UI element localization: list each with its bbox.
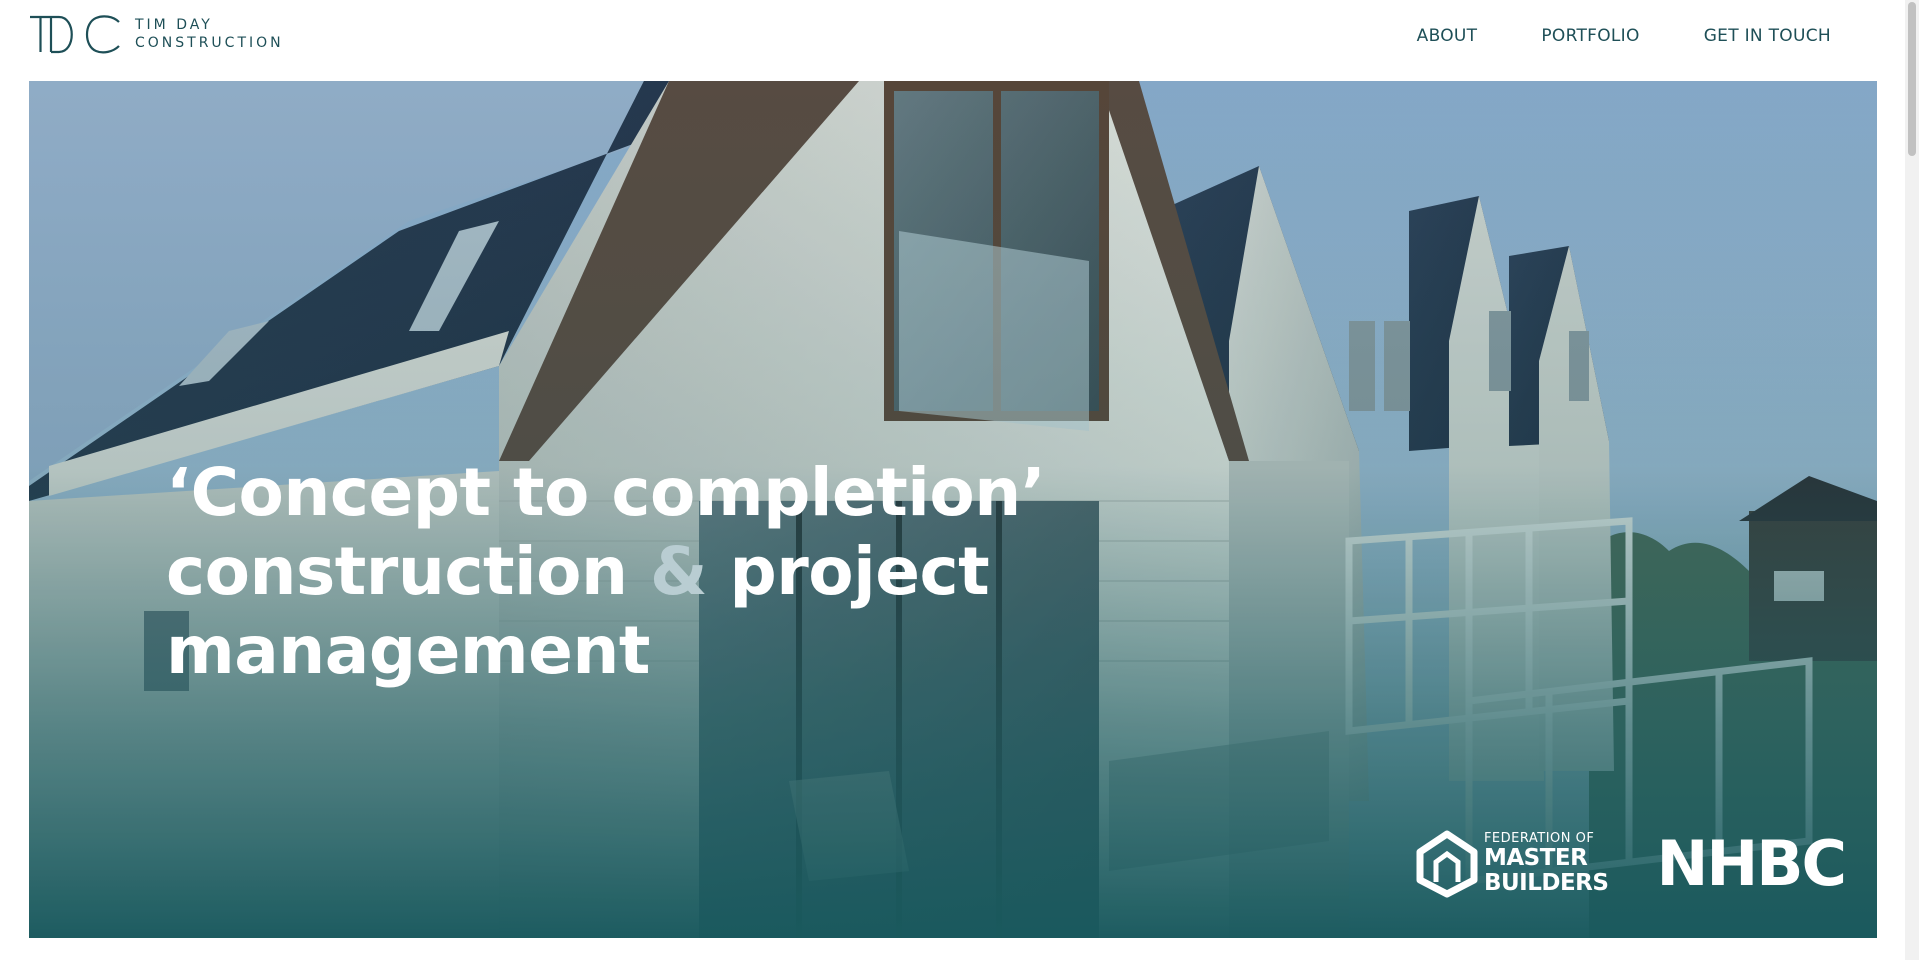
fmb-wordmark: FEDERATION OF MASTER BUILDERS [1484,832,1609,895]
accreditation-badges: FEDERATION OF MASTER BUILDERS NHBC [1416,827,1847,900]
headline-line-2-end: project [707,533,990,610]
headline-line-2-start: construction [166,533,650,610]
nav-portfolio-link[interactable]: PORTFOLIO [1541,26,1639,46]
brand-wordmark: TIM DAY CONSTRUCTION [135,17,284,52]
headline-line-2: construction & project [166,532,1045,611]
tdc-monogram-icon [30,15,120,54]
headline-line-1: ‘Concept to completion’ [166,454,1046,531]
brand-logo-link[interactable]: TIM DAY CONSTRUCTION [29,14,284,54]
nhbc-logo: NHBC [1656,827,1847,900]
fmb-badge: FEDERATION OF MASTER BUILDERS [1416,830,1609,898]
headline-line-3: management [166,612,650,689]
headline-ampersand: & [649,533,708,610]
fmb-line1: FEDERATION OF [1483,831,1595,846]
fmb-line3: BUILDERS [1483,870,1609,896]
brand-name-line2: CONSTRUCTION [135,34,284,51]
hero-section: ‘Concept to completion’ construction & p… [29,81,1877,938]
page-scrollbar[interactable] [1905,0,1919,960]
site-header: TIM DAY CONSTRUCTION ABOUT PORTFOLIO GET… [0,0,1905,81]
fmb-line2: MASTER [1483,845,1588,871]
brand-name-line1: TIM DAY [135,16,213,33]
hero-headline: ‘Concept to completion’ construction & p… [166,453,1046,690]
main-nav: ABOUT PORTFOLIO GET IN TOUCH [1417,26,1831,46]
nav-get-in-touch-link[interactable]: GET IN TOUCH [1704,26,1831,46]
nav-about-link[interactable]: ABOUT [1417,26,1478,46]
house-outline-icon [1416,830,1478,897]
scrollbar-thumb[interactable] [1908,2,1916,156]
